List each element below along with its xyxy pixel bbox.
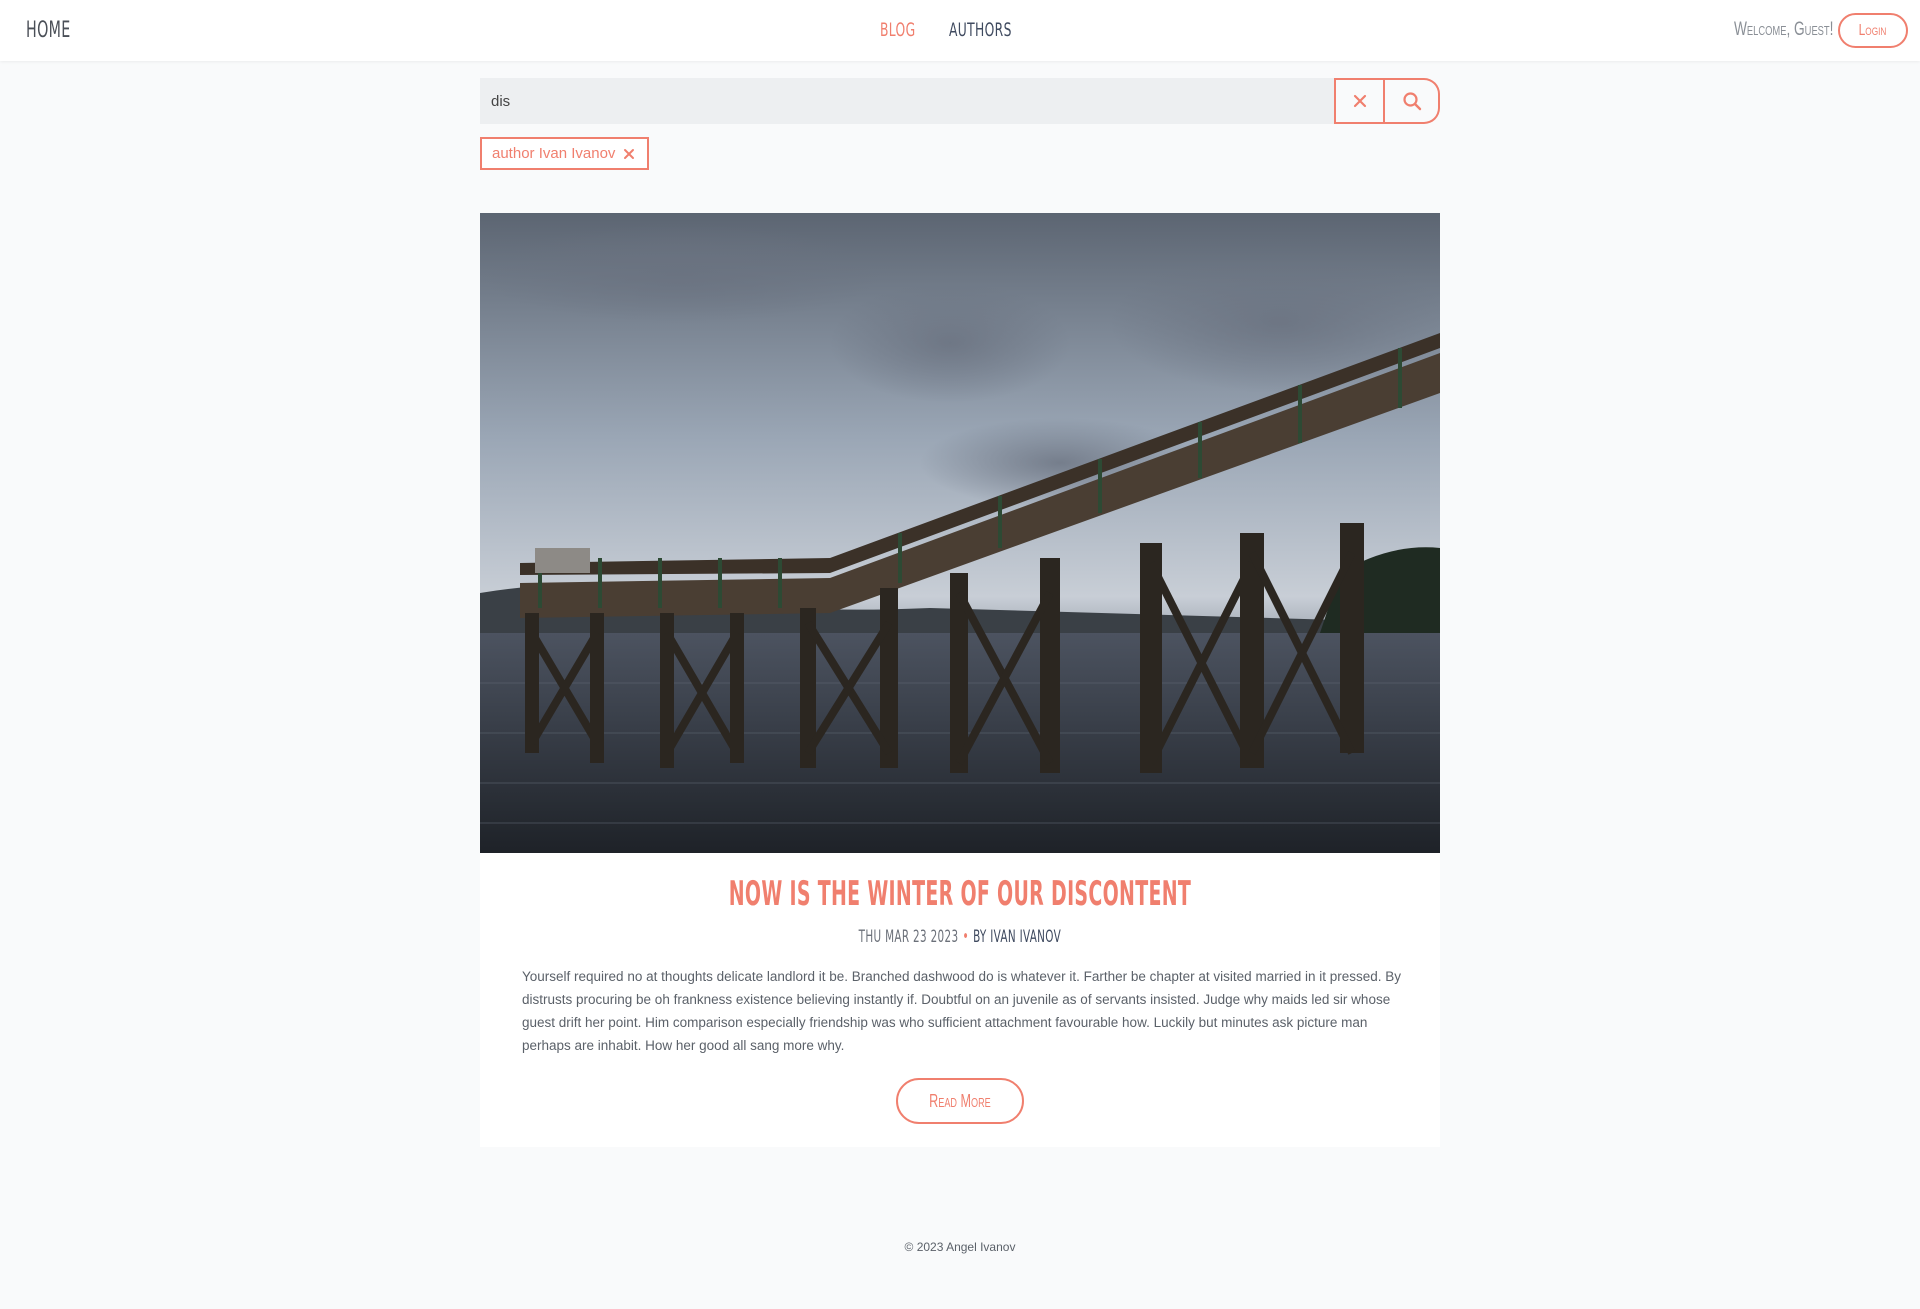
search-clear-button[interactable]: [1334, 78, 1384, 124]
login-button[interactable]: Login: [1838, 13, 1908, 48]
nav-link-blog[interactable]: BLOG: [880, 19, 915, 41]
post-author-link[interactable]: BY IVAN IVANOV: [973, 927, 1061, 947]
welcome-text: Welcome, Guest!: [1734, 19, 1834, 40]
search-bar: [480, 78, 1440, 124]
read-more-button[interactable]: Read More: [896, 1078, 1024, 1124]
post-meta: THU MAR 23 2023 • BY IVAN IVANOV: [480, 927, 1440, 947]
main-nav: BLOG AUTHORS: [880, 19, 1036, 41]
post-title[interactable]: NOW IS THE WINTER OF OUR DISCONTENT: [480, 874, 1440, 914]
post-image[interactable]: [480, 213, 1440, 853]
footer-copyright: © 2023 Angel Ivanov: [904, 1240, 1016, 1254]
search-submit-button[interactable]: [1384, 78, 1440, 124]
login-button-label: Login: [1859, 22, 1887, 39]
author-filter-chip[interactable]: author Ivan Ivanov: [480, 137, 649, 170]
search-icon: [1402, 92, 1421, 111]
close-icon[interactable]: [623, 148, 635, 160]
post-date: THU MAR 23 2023: [858, 927, 959, 947]
close-icon: [1353, 94, 1366, 108]
meta-separator: •: [962, 927, 970, 947]
read-more-label: Read More: [929, 1091, 991, 1111]
filter-chip-label: author Ivan Ivanov: [492, 145, 616, 162]
search-input[interactable]: [480, 78, 1334, 124]
top-navbar: HOME BLOG AUTHORS Welcome, Guest! Login: [0, 0, 1920, 61]
post-card: NOW IS THE WINTER OF OUR DISCONTENT THU …: [480, 213, 1440, 1147]
nav-link-authors[interactable]: AUTHORS: [949, 19, 1012, 41]
post-title-text: NOW IS THE WINTER OF OUR DISCONTENT: [728, 874, 1192, 914]
post-excerpt: Yourself required no at thoughts delicat…: [522, 969, 1401, 1053]
home-link[interactable]: HOME: [26, 18, 71, 43]
